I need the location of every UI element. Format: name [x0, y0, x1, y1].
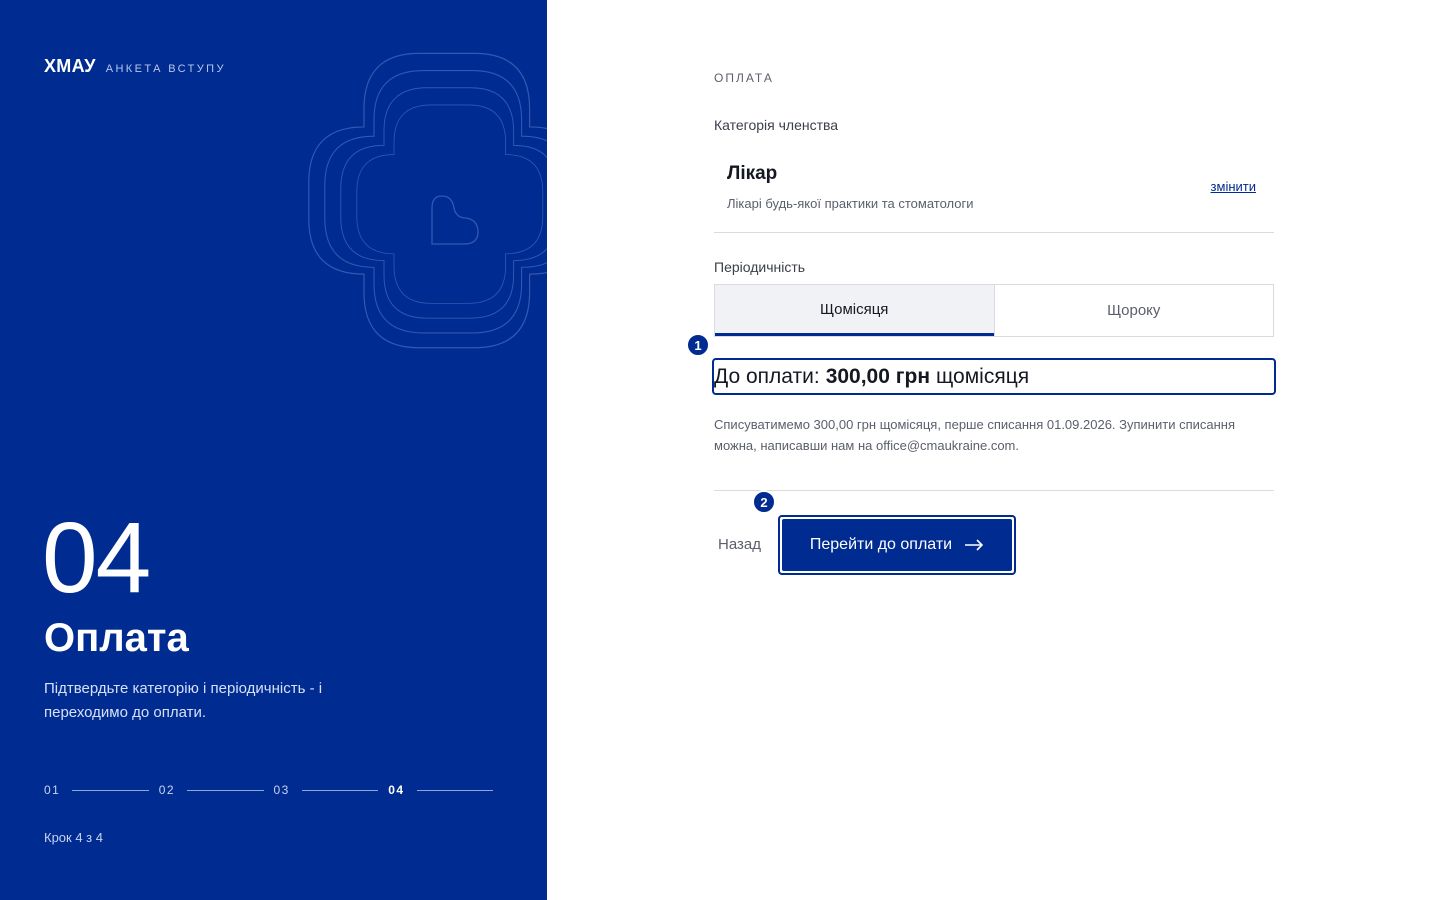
billing-note: Списуватимемо 300,00 грн щомісяця, перше…: [714, 417, 1235, 453]
category-description: Лікарі будь-якої практики та стоматологи: [727, 196, 974, 211]
category-name: Лікар: [727, 163, 778, 184]
amount-due-period: щомісяця: [936, 364, 1030, 388]
progress-step-2: 02: [158, 783, 176, 797]
payment-form-panel: ОПЛАТА Категорія членства Лікар Лікарі б…: [547, 0, 1440, 900]
periodicity-toggle: Щомісяця Щороку: [714, 284, 1274, 337]
back-button[interactable]: Назад: [718, 536, 761, 553]
progress-step-4: 04: [388, 783, 405, 797]
cross-heart-emblem-icon: [308, 52, 547, 349]
progress-divider: [187, 789, 264, 791]
progress-step-3: 03: [273, 783, 290, 797]
step-number: 04: [42, 502, 151, 614]
periodicity-yearly-option[interactable]: Щороку: [993, 285, 1273, 336]
step-title: Оплата: [44, 616, 189, 660]
section-kicker: ОПЛАТА: [714, 71, 774, 85]
category-label: Категорія членства: [714, 117, 839, 133]
amount-due: До оплати: 300,00 грн щомісяця: [712, 358, 1276, 395]
progress-divider: [416, 789, 493, 791]
annotation-marker-2: 2: [752, 490, 776, 514]
change-category-link[interactable]: змінити: [1211, 179, 1256, 194]
amount-due-prefix: До оплати:: [714, 364, 820, 388]
progress-step-1: 01: [44, 783, 61, 797]
form-divider: [714, 490, 1274, 491]
proceed-to-payment-label: Перейти до оплати: [809, 536, 953, 553]
arrow-right-icon: [964, 539, 984, 551]
brand-subtitle: АНКЕТА ВСТУПУ: [105, 63, 226, 75]
progress-divider: [301, 789, 379, 791]
annotation-marker-1: 1: [686, 333, 710, 357]
brand-name: ХМАУ: [44, 56, 96, 76]
step-description: Підтвердьте категорію і періодичність - …: [44, 680, 323, 721]
brand: ХМАУ АНКЕТА ВСТУПУ: [44, 56, 226, 77]
amount-due-value: 300,00 грн: [825, 364, 931, 388]
step-caption: Крок 4 з 4: [44, 830, 103, 845]
step-progress: 01 02 03 04: [44, 783, 503, 797]
periodicity-label: Періодичність: [714, 259, 806, 275]
side-panel: ХМАУ АНКЕТА ВСТУПУ 04 Оплата Підтвердьте…: [0, 0, 547, 900]
proceed-to-payment-button[interactable]: Перейти до оплати: [778, 515, 1016, 575]
progress-divider: [72, 789, 149, 791]
membership-category-card: Лікар Лікарі будь-якої практики та стома…: [714, 150, 1274, 233]
proceed-to-payment-button-body[interactable]: Перейти до оплати: [782, 519, 1012, 571]
periodicity-monthly-option[interactable]: Щомісяця: [715, 285, 994, 336]
